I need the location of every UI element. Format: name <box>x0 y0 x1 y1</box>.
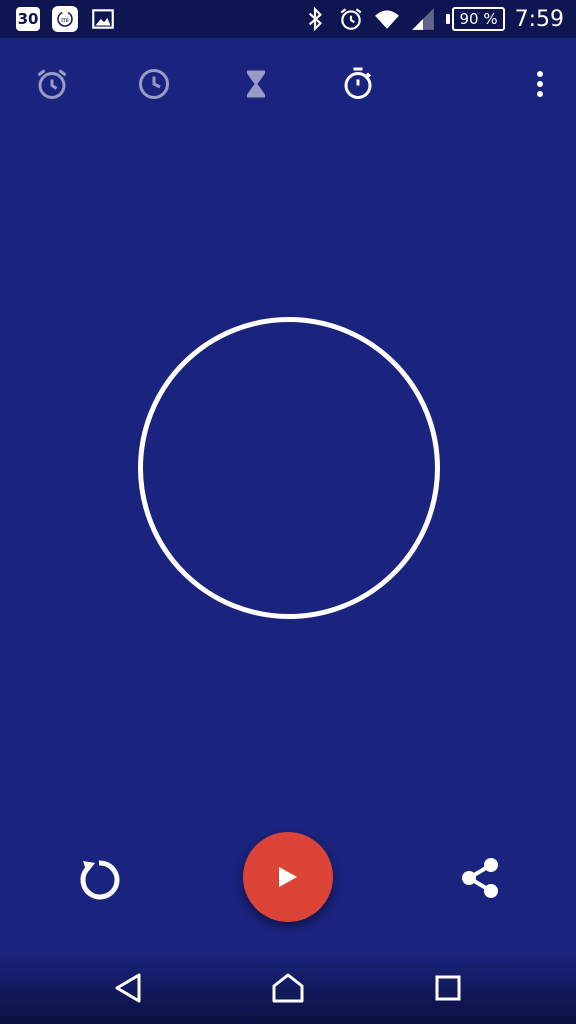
image-icon <box>90 6 116 32</box>
status-right: 90 % 7:59 <box>302 6 564 32</box>
svg-text:mi: mi <box>61 17 69 24</box>
alarm-clock-icon <box>37 69 67 99</box>
tab-bar <box>0 52 576 116</box>
tab-alarm[interactable] <box>32 64 72 104</box>
battery-cap <box>446 14 451 24</box>
status-bar: 30 mi 90 % 7:59 <box>0 0 576 38</box>
bluetooth-icon <box>302 6 328 32</box>
tab-clock[interactable] <box>134 64 174 104</box>
status-time: 7:59 <box>514 6 564 32</box>
signal-icon <box>410 6 436 32</box>
back-icon <box>115 973 141 1003</box>
clock-icon <box>139 69 169 99</box>
overflow-menu-button[interactable] <box>522 66 558 102</box>
recents-button[interactable] <box>428 968 468 1008</box>
tab-timer[interactable] <box>236 64 276 104</box>
tab-stopwatch[interactable] <box>338 64 378 104</box>
battery-text: 90 % <box>452 7 505 31</box>
battery-indicator: 90 % <box>446 7 505 31</box>
hourglass-icon <box>247 70 265 98</box>
calendar-date: 30 <box>17 10 39 28</box>
wifi-icon <box>374 6 400 32</box>
alarm-icon <box>338 6 364 32</box>
play-icon <box>279 867 297 887</box>
status-left: 30 mi <box>16 6 116 32</box>
home-icon <box>272 973 304 1003</box>
recents-icon <box>435 975 461 1001</box>
share-icon <box>462 858 498 898</box>
mi-icon: mi <box>52 6 78 32</box>
play-button[interactable] <box>243 832 333 922</box>
back-button[interactable] <box>108 968 148 1008</box>
more-vertical-icon <box>537 71 543 97</box>
navigation-bar <box>0 952 576 1024</box>
stopwatch-dial <box>138 317 440 619</box>
calendar-icon: 30 <box>16 7 40 31</box>
home-button[interactable] <box>268 968 308 1008</box>
reset-button[interactable] <box>72 852 126 906</box>
stopwatch-icon <box>344 67 372 99</box>
stopwatch-controls <box>0 830 576 930</box>
reset-icon <box>80 860 120 900</box>
share-button[interactable] <box>454 852 506 904</box>
